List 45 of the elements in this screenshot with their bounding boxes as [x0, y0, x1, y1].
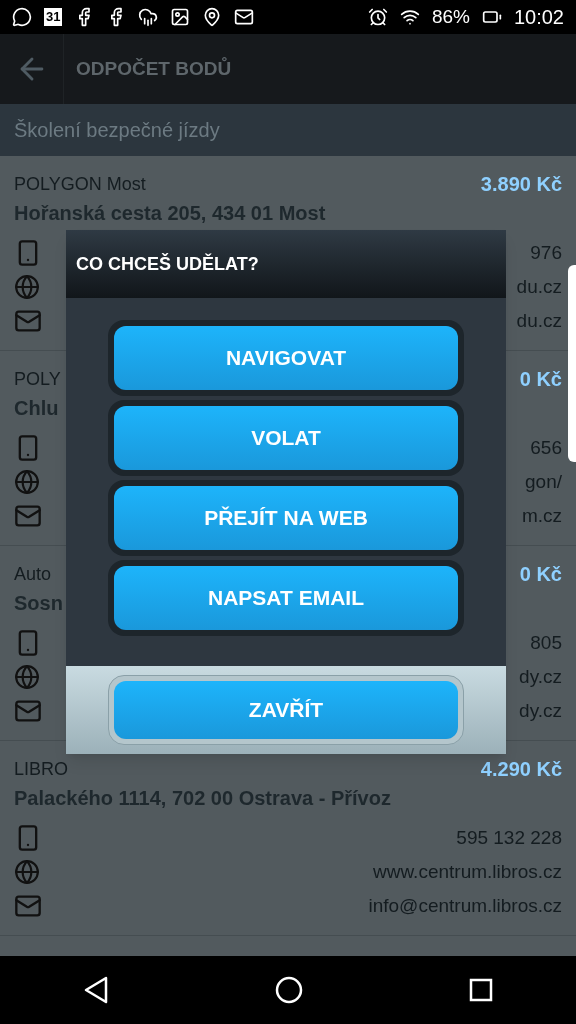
contact-text: 595 132 228	[456, 825, 562, 850]
globe-icon	[14, 859, 40, 885]
contact-text: dy.cz	[519, 664, 562, 689]
dialog-title: CO CHCEŠ UDĚLAT?	[76, 252, 259, 276]
globe-icon	[14, 274, 40, 300]
globe-icon	[14, 664, 40, 690]
battery-percent: 86%	[431, 4, 470, 29]
action-button[interactable]: PŘEJÍT NA WEB	[114, 486, 458, 550]
contact-text: du.cz	[516, 308, 562, 333]
wifi-icon	[399, 7, 420, 27]
contact-text: gon/	[525, 469, 562, 494]
action-button[interactable]: VOLAT	[114, 406, 458, 470]
calendar-icon: 31	[44, 8, 63, 26]
mail-icon	[234, 7, 255, 27]
rain-icon	[138, 7, 159, 27]
clock: 10:02	[513, 5, 564, 30]
contact-text: m.cz	[521, 503, 562, 528]
item-price: 0 Kč	[519, 367, 562, 392]
contact-text: 805	[530, 630, 562, 655]
image-icon	[170, 7, 191, 27]
contact-text: 656	[530, 435, 562, 460]
contact-text: du.cz	[516, 274, 562, 299]
close-button[interactable]: ZAVŘÍT	[114, 681, 458, 739]
item-name: POLY	[14, 367, 61, 391]
item-price: 4.290 Kč	[480, 757, 562, 782]
recents-icon[interactable]	[469, 978, 493, 1002]
back-icon[interactable]	[83, 976, 109, 1004]
item-name: Auto	[14, 562, 52, 586]
item-price: 0 Kč	[519, 562, 562, 587]
item-name: POLYGON Most	[14, 172, 146, 196]
item-name: LIBRO	[14, 757, 69, 781]
item-price: 3.890 Kč	[480, 172, 562, 197]
side-handle[interactable]	[568, 265, 576, 462]
chat-icon	[12, 7, 32, 27]
alarm-icon	[367, 7, 388, 27]
contact-text: info@centrum.libros.cz	[368, 893, 562, 918]
contact-text: 976	[530, 240, 562, 265]
action-button[interactable]: NAVIGOVAT	[114, 326, 458, 390]
contact-text: www.centrum.libros.cz	[373, 859, 562, 884]
action-button[interactable]: NAPSAT EMAIL	[114, 566, 458, 630]
section-title: Školení bezpečné jízdy	[14, 118, 220, 143]
home-icon[interactable]	[275, 976, 303, 1004]
contact-text: dy.cz	[519, 698, 562, 723]
screen-title: ODPOČET BODŮ	[76, 56, 232, 81]
globe-icon	[14, 469, 40, 495]
